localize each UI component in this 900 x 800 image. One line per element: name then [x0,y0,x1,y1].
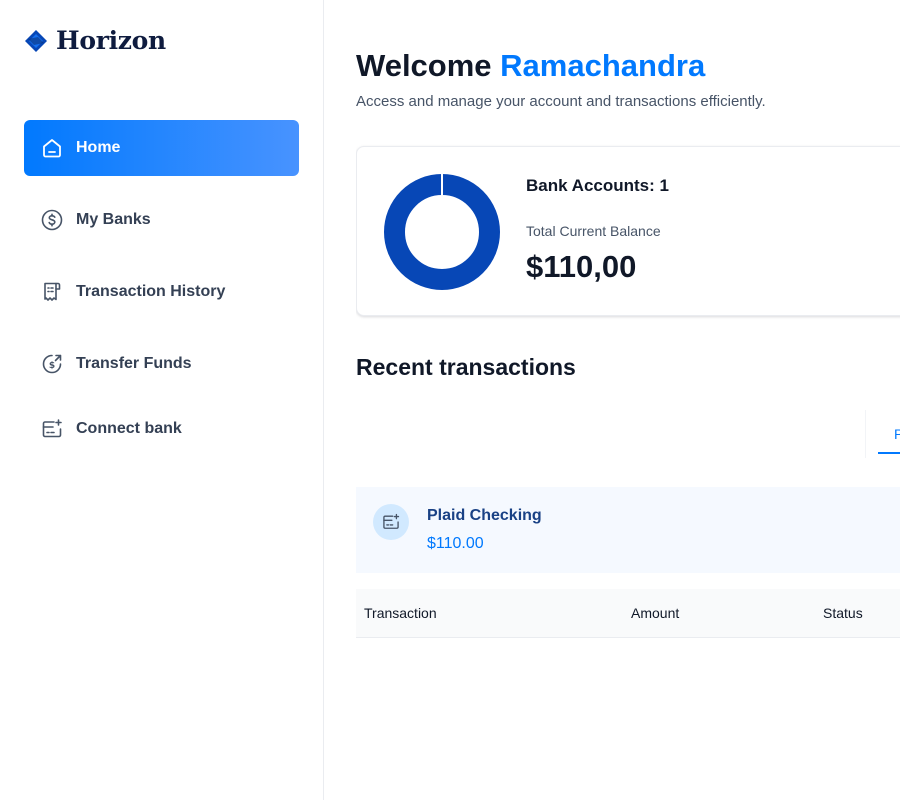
bank-info-panel[interactable]: Plaid Checking $110.00 [356,487,900,573]
dollar-circle-icon [40,208,64,232]
card-add-icon [40,417,64,441]
total-balance-card: Bank Accounts: 1 Total Current Balance $… [356,146,900,316]
bank-account-name: Plaid Checking [427,507,542,524]
tab-label: P [894,426,900,442]
sidebar-item-label: Transaction History [76,283,226,300]
tab-plaid-checking[interactable]: P [865,410,900,458]
page-subtitle: Access and manage your account and trans… [356,93,766,110]
sidebar-item-label: Transfer Funds [76,355,192,372]
total-balance-label: Total Current Balance [526,223,661,239]
home-icon [40,136,64,160]
main-content: Welcome Ramachandra Access and manage yo… [356,0,900,800]
recent-transactions-title: Recent transactions [356,354,576,380]
total-balance-value: $110,00 [526,249,637,284]
sidebar-item-label: Connect bank [76,420,182,437]
balance-donut-chart [384,173,500,290]
brand-name: Horizon [56,26,166,55]
sidebar-item-label: Home [76,139,121,156]
sidebar-item-transaction-history[interactable]: Transaction History [24,264,299,320]
bank-accounts-count: Bank Accounts: 1 [526,176,669,195]
column-header-transaction: Transaction [364,605,437,621]
tab-active-indicator [878,452,900,454]
column-header-status: Status [823,605,863,621]
card-add-icon [373,504,409,540]
page-title: Welcome Ramachandra [356,48,705,84]
sidebar-item-connect-bank[interactable]: Connect bank [24,401,299,457]
sidebar-item-transfer-funds[interactable]: $ Transfer Funds [24,336,299,392]
sidebar-item-home[interactable]: Home [24,120,299,176]
brand-logo[interactable]: Horizon [24,26,166,55]
app-window: Horizon Home My Banks Transaction Histor… [0,0,900,800]
horizon-logo-icon [25,29,47,52]
sidebar-item-label: My Banks [76,211,151,228]
transactions-table-header: Transaction Amount Status [356,589,900,638]
user-name: Ramachandra [500,48,706,83]
sidebar-item-my-banks[interactable]: My Banks [24,192,299,248]
sidebar: Horizon Home My Banks Transaction Histor… [0,0,324,800]
column-header-amount: Amount [631,605,680,621]
svg-text:$: $ [49,361,55,371]
welcome-greeting: Welcome [356,48,492,83]
receipt-icon [40,280,64,304]
money-send-icon: $ [40,352,64,376]
bank-account-balance: $110.00 [427,535,484,552]
